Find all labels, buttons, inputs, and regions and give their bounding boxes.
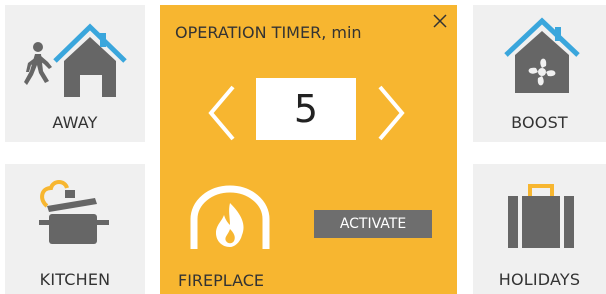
boost-tile[interactable]: BOOST <box>473 5 606 142</box>
boost-label: BOOST <box>511 113 568 132</box>
away-label: AWAY <box>52 113 98 132</box>
fireplace-label: FIREPLACE <box>178 271 265 290</box>
fireplace-icon <box>190 185 270 249</box>
kitchen-label: KITCHEN <box>39 270 111 289</box>
holidays-tile[interactable]: HOLIDAYS <box>473 164 606 294</box>
suitcase-icon <box>508 184 574 248</box>
away-tile[interactable]: AWAY <box>5 5 145 142</box>
holidays-label: HOLIDAYS <box>498 270 581 289</box>
chevron-left-icon[interactable] <box>205 83 239 143</box>
cooking-pot-icon <box>39 180 109 244</box>
walking-person-house-icon <box>24 23 127 97</box>
close-icon[interactable] <box>430 11 450 31</box>
chevron-right-icon[interactable] <box>374 83 408 143</box>
kitchen-tile[interactable]: KITCHEN <box>5 164 145 294</box>
timer-value: 5 <box>256 78 356 140</box>
activate-button[interactable]: ACTIVATE <box>314 210 432 238</box>
panel-title: OPERATION TIMER, min <box>175 23 362 42</box>
fan-house-icon <box>504 17 580 93</box>
fireplace-timer-panel: OPERATION TIMER, min 5 ACTIVATE FIREPLAC… <box>160 5 457 294</box>
